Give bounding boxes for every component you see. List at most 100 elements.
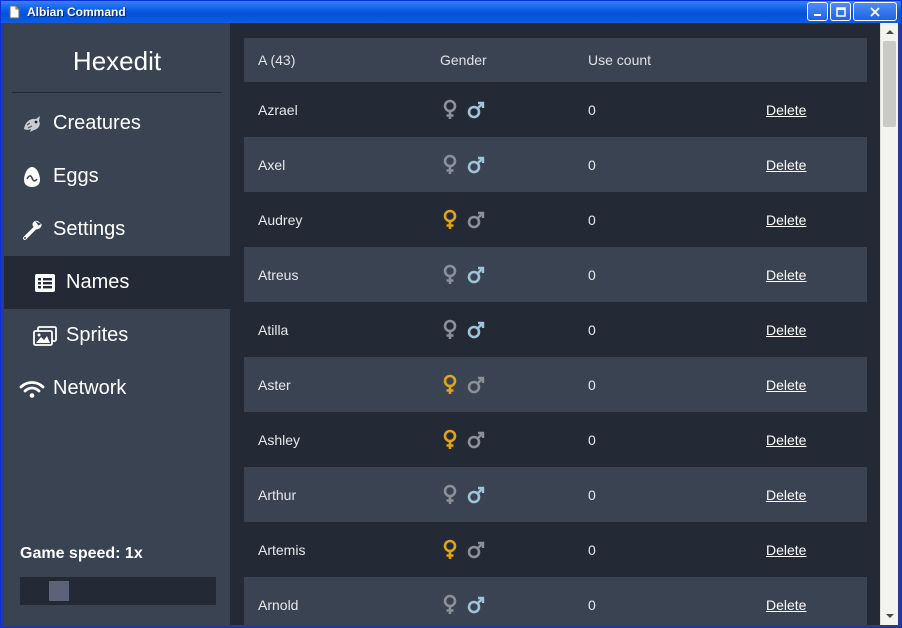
delete-link[interactable]: Delete <box>766 157 806 173</box>
sidebar-item-label: Creatures <box>53 112 141 134</box>
sidebar-item-network[interactable]: Network <box>4 362 230 415</box>
sidebar-item-names[interactable]: Names <box>4 256 230 309</box>
female-icon[interactable] <box>440 539 460 561</box>
name-cell: Axel <box>258 156 286 173</box>
sidebar-item-label: Eggs <box>53 165 99 187</box>
use-count-cell: 0 <box>588 596 596 613</box>
female-icon[interactable] <box>440 319 460 341</box>
gender-cell <box>440 484 486 506</box>
maximize-icon <box>835 6 846 17</box>
game-speed-slider-thumb[interactable] <box>49 581 69 601</box>
window-title: Albian Command <box>27 5 126 19</box>
delete-link[interactable]: Delete <box>766 102 806 118</box>
female-icon[interactable] <box>440 429 460 451</box>
female-icon[interactable] <box>440 374 460 396</box>
table-row: Atreus 0 Delete <box>244 247 867 302</box>
table-row: Aster 0 Delete <box>244 357 867 412</box>
male-icon[interactable] <box>466 154 486 176</box>
delete-link[interactable]: Delete <box>766 542 806 558</box>
female-icon[interactable] <box>440 154 460 176</box>
sidebar-item-sprites[interactable]: Sprites <box>4 309 230 362</box>
delete-link[interactable]: Delete <box>766 377 806 393</box>
close-icon <box>870 6 880 17</box>
male-icon[interactable] <box>466 594 486 616</box>
gender-cell <box>440 374 486 396</box>
sidebar-item-label: Names <box>66 271 130 293</box>
list-icon <box>32 271 58 295</box>
gender-cell <box>440 319 486 341</box>
creature-icon <box>19 112 45 136</box>
male-icon[interactable] <box>466 99 486 121</box>
use-count-cell: 0 <box>588 321 596 338</box>
name-cell: Ashley <box>258 431 301 448</box>
female-icon[interactable] <box>440 99 460 121</box>
delete-link[interactable]: Delete <box>766 432 806 448</box>
table-row: Arthur 0 Delete <box>244 467 867 522</box>
vertical-scrollbar[interactable] <box>880 23 898 625</box>
wrench-icon <box>19 218 45 242</box>
minimize-icon <box>813 13 821 16</box>
app-window: Albian Command Hexedit Creatures Eggs Sett… <box>0 0 902 628</box>
maximize-button[interactable] <box>830 2 851 21</box>
male-icon[interactable] <box>466 539 486 561</box>
name-cell: Atreus <box>258 266 299 283</box>
close-button[interactable] <box>853 2 897 21</box>
table-row: Arnold 0 Delete <box>244 577 867 625</box>
female-icon[interactable] <box>440 484 460 506</box>
gender-cell <box>440 539 486 561</box>
scrollbar-thumb[interactable] <box>883 41 896 127</box>
header-name[interactable]: A (43) <box>258 52 295 68</box>
male-icon[interactable] <box>466 429 486 451</box>
delete-link[interactable]: Delete <box>766 322 806 338</box>
wifi-icon <box>19 377 45 401</box>
gender-cell <box>440 594 486 616</box>
female-icon[interactable] <box>440 264 460 286</box>
gender-cell <box>440 209 486 231</box>
sidebar-item-creatures[interactable]: Creatures <box>4 97 230 150</box>
scroll-down-button[interactable] <box>881 609 898 623</box>
use-count-cell: 0 <box>588 156 596 173</box>
delete-link[interactable]: Delete <box>766 267 806 283</box>
male-icon[interactable] <box>466 209 486 231</box>
document-icon <box>7 4 21 20</box>
game-speed-slider[interactable] <box>20 577 216 605</box>
sidebar: Hexedit Creatures Eggs Settings Names Sprite… <box>4 23 230 625</box>
delete-link[interactable]: Delete <box>766 487 806 503</box>
male-icon[interactable] <box>466 484 486 506</box>
minimize-button[interactable] <box>807 2 828 21</box>
title-bar[interactable]: Albian Command <box>1 1 901 23</box>
male-icon[interactable] <box>466 319 486 341</box>
name-cell: Arnold <box>258 596 299 613</box>
name-cell: Arthur <box>258 486 297 503</box>
male-icon[interactable] <box>466 264 486 286</box>
game-speed-label: Game speed: 1x <box>20 545 143 562</box>
table-header: A (43) Gender Use count <box>244 38 867 82</box>
table-row: Ashley 0 Delete <box>244 412 867 467</box>
sidebar-item-label: Settings <box>53 218 126 240</box>
delete-link[interactable]: Delete <box>766 212 806 228</box>
header-use-count[interactable]: Use count <box>588 52 651 68</box>
scroll-up-button[interactable] <box>881 25 898 39</box>
female-icon[interactable] <box>440 209 460 231</box>
table-row: Axel 0 Delete <box>244 137 867 192</box>
name-cell: Aster <box>258 376 291 393</box>
images-icon <box>32 324 58 348</box>
name-cell: Atilla <box>258 321 289 338</box>
names-table: A (43) Gender Use count Azrael 0 Delete Axe… <box>244 38 867 625</box>
gender-cell <box>440 99 486 121</box>
use-count-cell: 0 <box>588 431 596 448</box>
male-icon[interactable] <box>466 374 486 396</box>
delete-link[interactable]: Delete <box>766 597 806 613</box>
name-cell: Audrey <box>258 211 303 228</box>
use-count-cell: 0 <box>588 211 596 228</box>
use-count-cell: 0 <box>588 486 596 503</box>
sidebar-item-eggs[interactable]: Eggs <box>4 150 230 203</box>
sidebar-item-label: Network <box>53 377 127 399</box>
female-icon[interactable] <box>440 594 460 616</box>
sidebar-item-settings[interactable]: Settings <box>4 203 230 256</box>
gender-cell <box>440 154 486 176</box>
egg-icon <box>19 165 45 189</box>
header-gender[interactable]: Gender <box>440 52 487 68</box>
name-cell: Azrael <box>258 101 298 118</box>
arrow-down-icon <box>885 614 894 618</box>
